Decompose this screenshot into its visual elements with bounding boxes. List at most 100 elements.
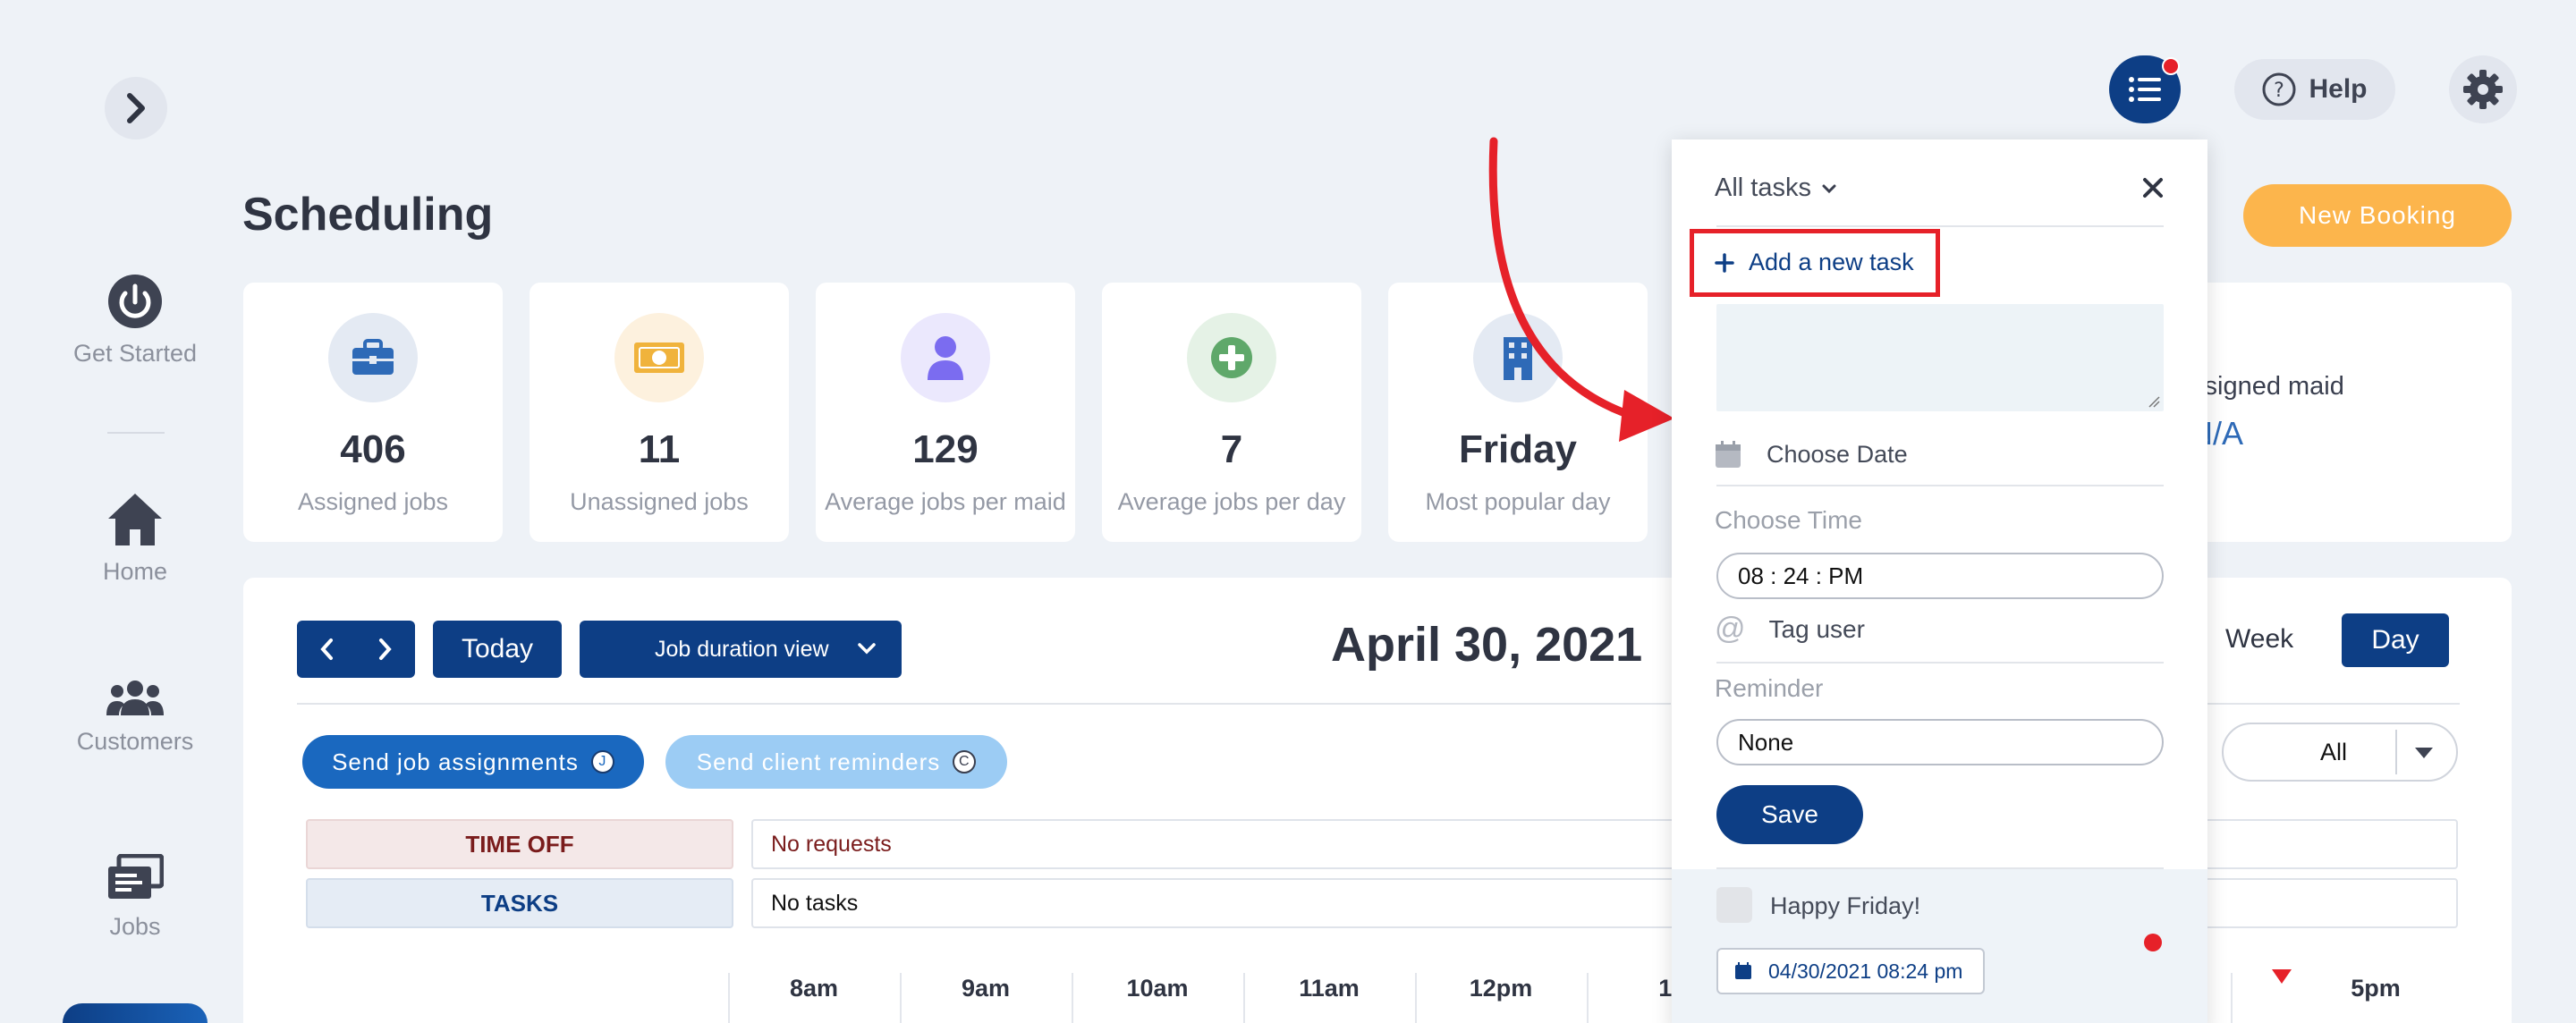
caret-down-icon (2415, 748, 2433, 758)
stat-value: 7 (1220, 427, 1243, 471)
task-date-chip[interactable]: 04/30/2021 08:24 pm (1716, 948, 1985, 994)
home-icon (108, 494, 162, 545)
resize-handle-icon[interactable] (2148, 395, 2160, 408)
chevron-down-icon (1822, 184, 1836, 193)
tag-user-label: Tag user (1768, 614, 1865, 643)
hour-label: 9am (961, 975, 1011, 1002)
sidebar-item-label: Home (102, 558, 168, 585)
stat-value: 406 (340, 427, 406, 471)
choose-date-field[interactable]: Choose Date (1715, 440, 1908, 469)
new-booking-button[interactable]: New Booking (2243, 184, 2512, 247)
current-time-marker (2272, 969, 2292, 984)
tasks-label: TASKS (306, 878, 733, 928)
person-icon (901, 313, 990, 402)
stat-card-assigned: 406 Assigned jobs (243, 283, 503, 542)
sidebar-item-get-started[interactable]: Get Started (45, 274, 225, 368)
task-filter-value: All tasks (1715, 173, 1811, 202)
annotation-arrow (1488, 137, 1674, 442)
divider (1716, 662, 2164, 664)
choose-time-label: Choose Time (1715, 506, 1862, 534)
chevron-down-icon (858, 643, 876, 655)
stat-value: 129 (912, 427, 979, 471)
at-icon: @ (1715, 612, 1746, 646)
calendar-nav (297, 621, 415, 678)
sidebar-item-home[interactable]: Home (45, 492, 225, 586)
week-view-button[interactable]: Week (2225, 624, 2293, 655)
task-filter-dropdown[interactable]: All tasks (1715, 173, 1836, 203)
sidebar-divider (107, 432, 165, 434)
timeoff-label: TIME OFF (306, 819, 733, 869)
stat-value: 11 (638, 427, 681, 471)
hour-label: 10am (1126, 975, 1189, 1002)
task-popup: All tasks Add a new task Choose Date Cho… (1672, 140, 2207, 1023)
question-icon: ? (2262, 72, 2296, 106)
power-icon (108, 275, 162, 328)
choose-date-label: Choose Date (1767, 440, 1908, 468)
divider (1716, 485, 2164, 486)
sidebar-active-item[interactable] (63, 1003, 208, 1023)
calendar-date-title: April 30, 2021 (1331, 618, 1643, 672)
hour-label: 5pm (2351, 975, 2401, 1002)
hour-label: 11am (1299, 975, 1360, 1002)
send-client-reminders-button[interactable]: Send client reminders C (665, 735, 1007, 789)
staff-filter-select[interactable]: All (2222, 723, 2458, 782)
save-button[interactable]: Save (1716, 785, 1863, 844)
sidebar-item-label: Customers (76, 728, 194, 755)
stat-label: Average jobs per day (1117, 488, 1346, 515)
calendar-icon (1735, 962, 1751, 979)
close-icon[interactable] (2142, 177, 2164, 199)
tag-user-field[interactable]: @ Tag user (1715, 612, 1865, 647)
svg-text:?: ? (2275, 80, 2285, 102)
view-select-value: Job duration view (655, 636, 829, 662)
task-status-dot (2144, 934, 2162, 951)
divider (2395, 730, 2397, 774)
gear-icon (2463, 70, 2503, 109)
stat-card-avg-per-day: 7 Average jobs per day (1102, 283, 1361, 542)
send-reminders-label: Send client reminders (696, 748, 941, 775)
divider (2207, 703, 2460, 705)
send-job-assignments-button[interactable]: Send job assignments J (302, 735, 644, 789)
hour-label: 12pm (1469, 975, 1533, 1002)
reminder-select[interactable]: None (1716, 719, 2164, 765)
jobs-icon (108, 854, 164, 899)
task-textarea[interactable] (1716, 304, 2164, 411)
add-task-label: Add a new task (1749, 249, 1914, 275)
chevron-right-icon (127, 93, 145, 123)
stat-card-avg-per-maid: 129 Average jobs per maid (816, 283, 1075, 542)
shortcut-badge: C (953, 750, 977, 774)
help-label: Help (2309, 74, 2368, 104)
stat-label: Assigned jobs (297, 488, 449, 515)
help-button[interactable]: ? Help (2234, 59, 2395, 120)
stat-label: Unassigned jobs (570, 488, 749, 515)
list-icon (2129, 77, 2161, 102)
stat-label: Average jobs per maid (825, 488, 1066, 515)
customers-icon (106, 681, 164, 715)
task-item-label: Happy Friday! (1770, 892, 1921, 919)
view-select[interactable]: Job duration view (580, 621, 902, 678)
reminder-label: Reminder (1715, 674, 1824, 702)
divider (297, 703, 1671, 705)
send-assignments-label: Send job assignments (332, 748, 579, 775)
cash-icon (614, 313, 704, 402)
day-view-button[interactable]: Day (2342, 613, 2449, 667)
add-task-button[interactable]: Add a new task (1715, 249, 1914, 276)
today-button[interactable]: Today (433, 621, 562, 678)
settings-button[interactable] (2449, 55, 2517, 123)
shortcut-badge: J (590, 750, 614, 774)
briefcase-icon (328, 313, 418, 402)
sidebar-item-customers[interactable]: Customers (45, 680, 225, 756)
notification-dot (2162, 57, 2180, 75)
plus-circle-icon (1187, 313, 1276, 402)
chevron-right-icon (379, 638, 392, 660)
plus-icon (1715, 252, 1734, 273)
chevron-left-icon (320, 638, 333, 660)
next-button[interactable] (356, 638, 415, 661)
sidebar-item-jobs[interactable]: Jobs (45, 854, 225, 941)
staff-filter-value: All (2320, 739, 2348, 765)
sidebar-expand-button[interactable] (105, 77, 167, 140)
task-date-value: 04/30/2021 08:24 pm (1768, 959, 1963, 983)
task-checkbox[interactable] (1716, 887, 1752, 923)
time-input[interactable]: 08 : 24 : PM (1716, 553, 2164, 599)
hour-label: 8am (789, 975, 839, 1002)
prev-button[interactable] (297, 638, 356, 661)
